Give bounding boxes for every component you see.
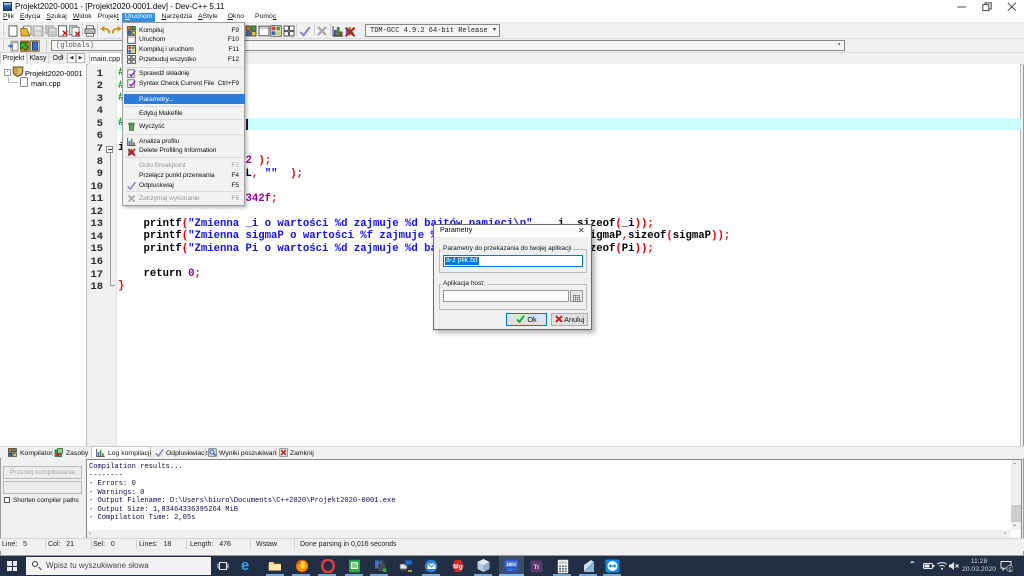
svg-text:6: 6 — [1008, 567, 1011, 572]
svg-text:Tr: Tr — [534, 565, 540, 571]
svg-text:C++: C++ — [508, 567, 516, 572]
svg-text:Mg: Mg — [453, 564, 462, 571]
